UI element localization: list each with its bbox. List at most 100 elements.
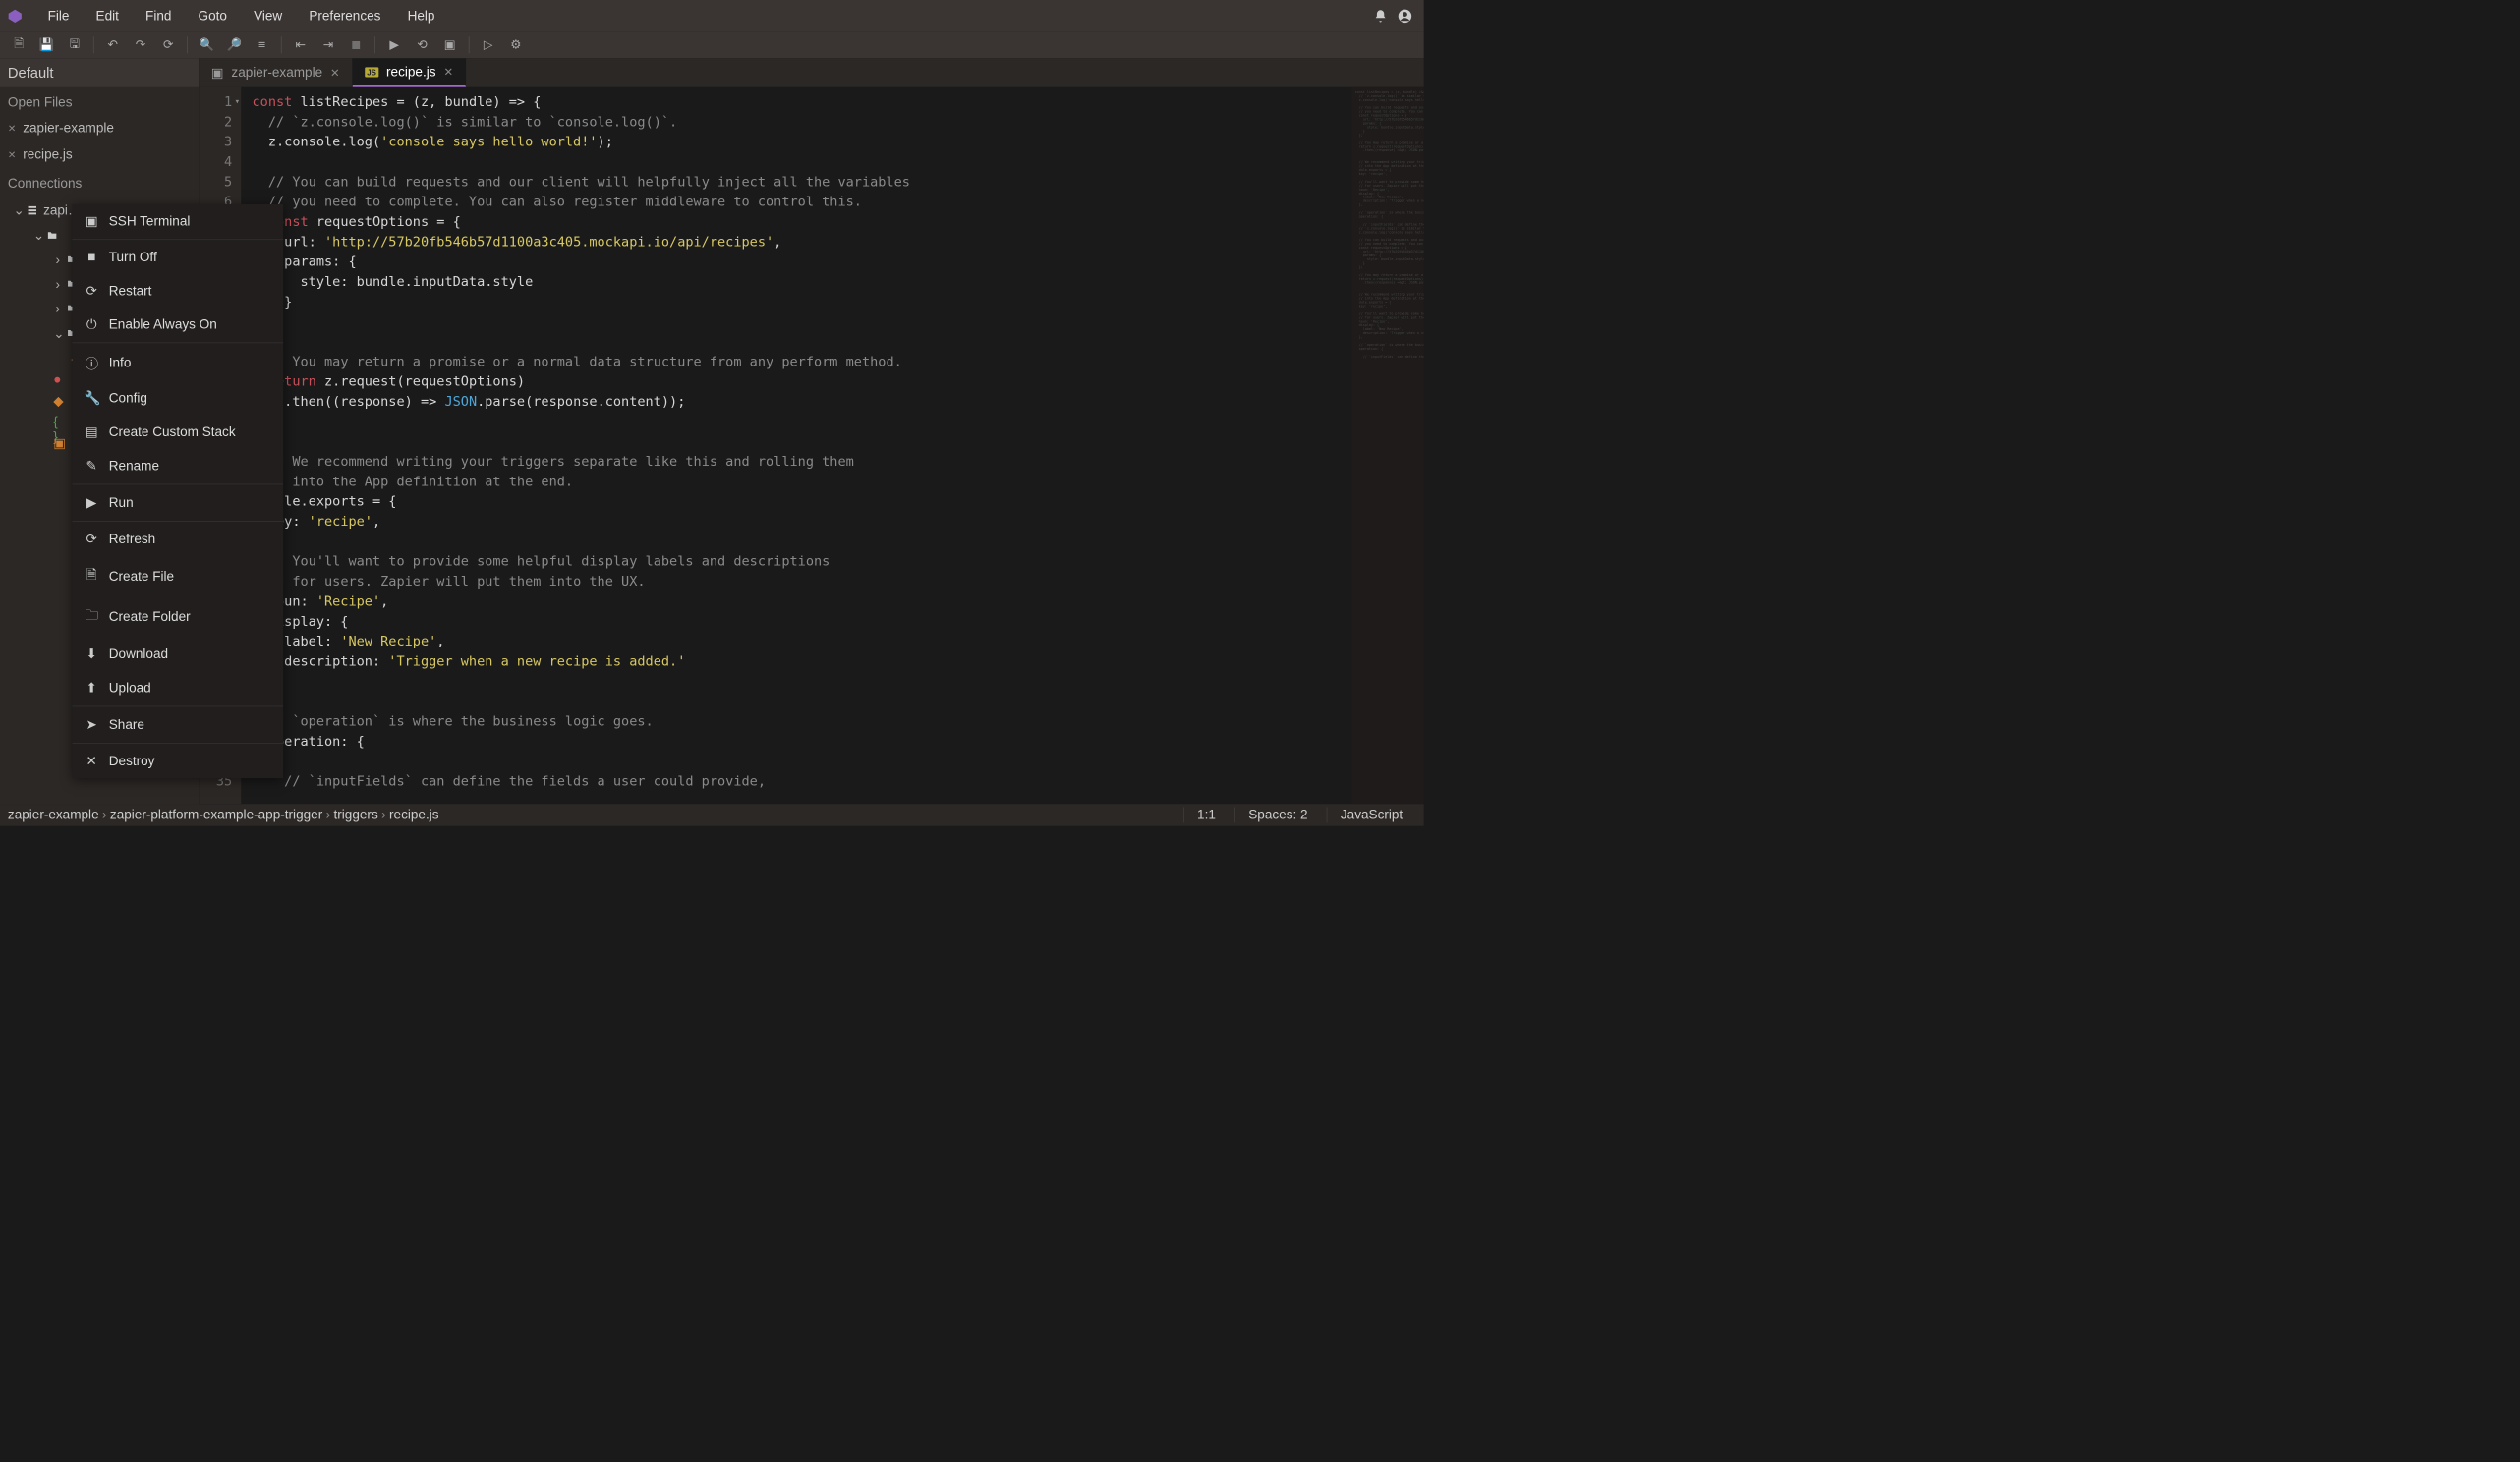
breadcrumb-segment[interactable]: recipe.js (389, 808, 438, 822)
ctx-info[interactable]: ⓘ Info (72, 344, 283, 381)
run-terminal-icon[interactable]: ▣ (436, 31, 463, 58)
ctx-turn-off[interactable]: ■ Turn Off (72, 241, 283, 274)
ctx-label: Restart (109, 283, 152, 299)
ctx-label: SSH Terminal (109, 213, 191, 229)
stack-icon (27, 204, 38, 216)
indentation-setting[interactable]: Spaces: 2 (1234, 808, 1321, 823)
language-mode[interactable]: JavaScript (1327, 808, 1416, 823)
close-icon[interactable]: ✕ (443, 65, 452, 79)
undo-icon[interactable]: ↶ (99, 31, 126, 58)
chevron-down-icon: ⌄ (14, 202, 23, 218)
ctx-create-folder[interactable]: 🗀 Create Folder (72, 596, 283, 637)
ctx-ssh-terminal[interactable]: ▣ SSH Terminal (72, 204, 283, 238)
menu-help[interactable]: Help (394, 0, 448, 33)
chevron-right-icon: › (53, 277, 62, 293)
menubar: FileEditFindGotoViewPreferencesHelp (0, 0, 1424, 31)
ctx-destroy[interactable]: ✕ Destroy (72, 745, 283, 778)
ctx-label: Destroy (109, 754, 155, 769)
menu-goto[interactable]: Goto (185, 0, 241, 33)
run-icon[interactable]: ▶ (381, 31, 408, 58)
redo-icon[interactable]: ↷ (127, 31, 153, 58)
play-icon[interactable]: ▷ (475, 31, 501, 58)
chevron-down-icon: ⌄ (33, 228, 42, 244)
ctx-create-custom-stack[interactable]: ▤Create Custom Stack (72, 416, 283, 449)
breadcrumb-segment[interactable]: zapier-platform-example-app-trigger (110, 808, 322, 822)
ctx-share[interactable]: ➤Share (72, 707, 283, 741)
app-logo-icon[interactable] (7, 8, 24, 25)
terminal-icon: ▣ (211, 65, 224, 81)
ctx-icon: ⟳ (85, 283, 99, 299)
search-icon[interactable]: 🔍 (194, 31, 220, 58)
notifications-icon[interactable] (1368, 4, 1393, 28)
breadcrumb[interactable]: zapier-example›zapier-platform-example-a… (8, 808, 439, 823)
breadcrumb-segment[interactable]: zapier-example (8, 808, 99, 822)
settings-icon[interactable]: ⚙ (502, 31, 529, 58)
minimap[interactable]: const listRecipes = (z, bundle) =&gt; { … (1351, 87, 1423, 804)
ctx-icon: ✕ (85, 754, 99, 769)
panel-title[interactable]: Default (0, 58, 199, 86)
ctx-refresh[interactable]: ⟳Refresh (72, 523, 283, 556)
align-left-icon[interactable]: ≣ (343, 31, 370, 58)
ctx-icon: 🗀 (85, 605, 99, 628)
account-icon[interactable] (1393, 4, 1417, 28)
ctx-icon: ⬆ (85, 680, 99, 696)
run-history-icon[interactable]: ⟲ (409, 31, 435, 58)
ctx-restart[interactable]: ⟳ Restart (72, 274, 283, 308)
new-icon[interactable]: 🗎 (6, 31, 32, 58)
refresh-icon[interactable]: ⟳ (155, 31, 182, 58)
ctx-label: Upload (109, 680, 151, 696)
ctx-download[interactable]: ⬇ Download (72, 638, 283, 671)
outdent-icon[interactable]: ⇤ (287, 31, 314, 58)
ctx-icon: 🔧 (85, 390, 99, 406)
file-icon: ▣ (53, 435, 65, 447)
editor-area: ▣zapier-example✕JSrecipe.js✕ 12345678910… (199, 58, 1423, 804)
ctx-run[interactable]: ▶Run (72, 485, 283, 519)
ctx-upload[interactable]: ⬆ Upload (72, 671, 283, 704)
menu-file[interactable]: File (34, 0, 83, 33)
open-file[interactable]: ✕ recipe.js (0, 141, 199, 168)
ctx-icon: ⓘ (85, 353, 99, 372)
menu-view[interactable]: View (241, 0, 296, 33)
file-name: recipe.js (23, 147, 72, 163)
ctx-label: Run (109, 495, 134, 511)
open-file[interactable]: ✕zapier-example (0, 115, 199, 141)
ctx-icon: ■ (85, 250, 99, 265)
breadcrumb-segment[interactable]: triggers (334, 808, 378, 822)
connections-label: Connections (0, 168, 199, 196)
save-icon[interactable]: 💾 (33, 31, 60, 58)
format-icon[interactable]: ≡ (249, 31, 275, 58)
ctx-label: Enable Always On (109, 317, 217, 333)
context-menu: ▣ SSH Terminal ■ Turn Off ⟳ Restart ⏻Enable Al… (72, 204, 283, 778)
ctx-icon: ⬇ (85, 647, 99, 662)
ctx-create-file[interactable]: 🗎 Create File (72, 556, 283, 596)
ctx-label: Download (109, 647, 168, 662)
ctx-rename[interactable]: ✎Rename (72, 449, 283, 482)
ctx-label: Turn Off (109, 250, 157, 265)
file-icon: ◆ (53, 393, 65, 405)
js-icon: JS (365, 67, 378, 77)
close-icon[interactable]: ✕ (330, 66, 339, 80)
close-icon[interactable]: ✕ (8, 149, 17, 161)
indent-icon[interactable]: ⇥ (315, 31, 341, 58)
ctx-config[interactable]: 🔧 Config (72, 381, 283, 415)
ctx-icon: ▣ (85, 213, 99, 229)
search-replace-icon[interactable]: 🔎 (221, 31, 248, 58)
ctx-icon: 🗎 (85, 565, 99, 588)
ctx-label: Create File (109, 569, 174, 585)
file-icon: ● (53, 372, 65, 384)
tab-zapier-example[interactable]: ▣zapier-example✕ (199, 58, 352, 86)
save-all-icon[interactable]: 🖫 (61, 31, 87, 58)
ctx-label: Info (109, 355, 132, 370)
menu-edit[interactable]: Edit (83, 0, 132, 33)
ctx-label: Refresh (109, 532, 155, 547)
cursor-position[interactable]: 1:1 (1183, 808, 1230, 823)
tab-recipe-js[interactable]: JSrecipe.js✕ (353, 58, 466, 86)
ctx-enable-always-on[interactable]: ⏻Enable Always On (72, 309, 283, 342)
ctx-label: Create Folder (109, 609, 191, 625)
code-editor[interactable]: const listRecipes = (z, bundle) => { // … (241, 87, 1351, 804)
close-icon[interactable]: ✕ (8, 123, 17, 135)
menu-preferences[interactable]: Preferences (296, 0, 394, 33)
menu-find[interactable]: Find (132, 0, 184, 33)
ctx-icon: ➤ (85, 716, 99, 732)
ctx-label: Config (109, 390, 147, 406)
